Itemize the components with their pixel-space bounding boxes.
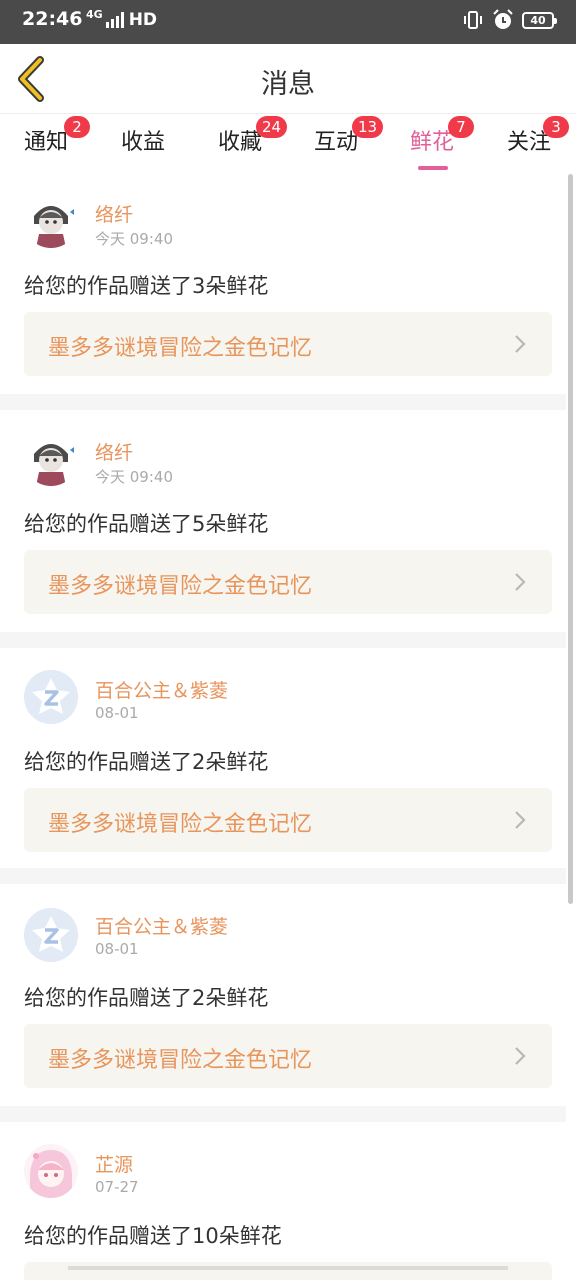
tab-following[interactable]: 关注 3 <box>507 116 569 156</box>
sender-name[interactable]: 百合公主＆紫菱 <box>95 912 228 939</box>
work-link[interactable]: 墨多多谜境冒险之金色记忆 <box>24 312 552 376</box>
chevron-right-icon <box>515 811 526 829</box>
work-title: 墨多多谜境冒险之金色记忆 <box>48 336 313 361</box>
list-item: 芷源 07-27 给您的作品赠送了10朵鲜花 <box>0 1122 566 1280</box>
tab-badge: 3 <box>543 116 569 138</box>
chevron-right-icon <box>515 573 526 591</box>
message-text: 给您的作品赠送了10朵鲜花 <box>24 1224 282 1248</box>
work-link[interactable]: 墨多多谜境冒险之金色记忆 <box>24 788 552 852</box>
tab-label: 互动 <box>314 130 359 155</box>
pink-anime-avatar-icon <box>24 1144 78 1198</box>
tab-flowers[interactable]: 鲜花 7 <box>410 116 474 170</box>
divider <box>0 1106 566 1122</box>
network-indicator: 4G HD <box>86 7 158 31</box>
message-text: 给您的作品赠送了2朵鲜花 <box>24 750 269 774</box>
sender-name[interactable]: 芷源 <box>95 1150 133 1177</box>
tab-bar: 通知 2 收益 收藏 24 互动 13 鲜花 7 关注 3 <box>0 114 576 170</box>
flower-message-list[interactable]: 络纤 今天 09:40 给您的作品赠送了3朵鲜花 墨多多谜境冒险之金色记忆 络纤… <box>0 174 566 1280</box>
list-item: 百合公主＆紫菱 08-01 给您的作品赠送了2朵鲜花 墨多多谜境冒险之金色记忆 <box>0 648 566 868</box>
list-item: 络纤 今天 09:40 给您的作品赠送了5朵鲜花 墨多多谜境冒险之金色记忆 <box>0 410 566 632</box>
signal-icon <box>105 12 124 28</box>
status-icons: 40 <box>462 9 557 31</box>
chevron-right-icon <box>515 1047 526 1065</box>
work-link[interactable] <box>24 1262 552 1280</box>
vibrate-icon <box>464 11 482 29</box>
avatar[interactable] <box>24 670 78 724</box>
avatar[interactable] <box>24 1144 78 1198</box>
sender-name[interactable]: 络纤 <box>95 200 133 227</box>
scrollbar[interactable] <box>568 174 573 904</box>
tab-badge: 7 <box>448 116 474 138</box>
tab-badge: 13 <box>352 116 384 138</box>
send-time: 08-01 <box>95 704 139 722</box>
work-title: 墨多多谜境冒险之金色记忆 <box>48 1048 313 1073</box>
page-title: 消息 <box>261 69 315 100</box>
battery-level: 40 <box>530 13 546 27</box>
default-avatar-icon <box>24 670 78 724</box>
tab-label: 收益 <box>121 130 166 155</box>
work-title: 墨多多谜境冒险之金色记忆 <box>48 574 313 599</box>
default-avatar-icon <box>24 908 78 962</box>
anime-avatar-icon <box>24 194 78 248</box>
send-time: 08-01 <box>95 940 139 958</box>
message-text: 给您的作品赠送了5朵鲜花 <box>24 512 269 536</box>
hd-label: HD <box>128 10 158 30</box>
divider <box>0 632 566 648</box>
tab-interactions[interactable]: 互动 13 <box>314 116 384 156</box>
tab-notifications[interactable]: 通知 2 <box>24 116 90 156</box>
anime-avatar-icon <box>24 432 78 486</box>
send-time: 今天 09:40 <box>95 468 173 486</box>
list-item: 络纤 今天 09:40 给您的作品赠送了3朵鲜花 墨多多谜境冒险之金色记忆 <box>0 174 566 394</box>
active-tab-indicator <box>418 166 448 170</box>
sender-name[interactable]: 络纤 <box>95 438 133 465</box>
chevron-right-icon <box>515 335 526 353</box>
tab-badge: 2 <box>64 116 90 138</box>
alarm-icon <box>493 9 513 29</box>
work-link[interactable]: 墨多多谜境冒险之金色记忆 <box>24 550 552 614</box>
list-item: 百合公主＆紫菱 08-01 给您的作品赠送了2朵鲜花 墨多多谜境冒险之金色记忆 <box>0 884 566 1106</box>
status-bar: 22:46 4G HD 40 <box>0 0 576 44</box>
work-link[interactable]: 墨多多谜境冒险之金色记忆 <box>24 1024 552 1088</box>
avatar[interactable] <box>24 432 78 486</box>
avatar[interactable] <box>24 194 78 248</box>
sender-name[interactable]: 百合公主＆紫菱 <box>95 676 228 703</box>
divider <box>0 868 566 884</box>
send-time: 07-27 <box>95 1178 139 1196</box>
work-title: 墨多多谜境冒险之金色记忆 <box>48 812 313 837</box>
message-text: 给您的作品赠送了2朵鲜花 <box>24 986 269 1010</box>
tab-label: 鲜花 <box>410 130 455 155</box>
work-link-preview <box>68 1266 508 1270</box>
nav-bar: 消息 <box>0 44 576 114</box>
tab-favorites[interactable]: 收藏 24 <box>218 116 288 156</box>
divider <box>0 394 566 410</box>
status-time: 22:46 <box>22 8 83 30</box>
network-type: 4G <box>86 7 103 21</box>
tab-label: 通知 <box>24 130 69 155</box>
send-time: 今天 09:40 <box>95 230 173 248</box>
tab-earnings[interactable]: 收益 <box>121 124 165 156</box>
avatar[interactable] <box>24 908 78 962</box>
tab-badge: 24 <box>256 116 288 138</box>
message-text: 给您的作品赠送了3朵鲜花 <box>24 274 269 298</box>
battery-icon: 40 <box>522 11 557 29</box>
tab-label: 收藏 <box>218 130 263 155</box>
